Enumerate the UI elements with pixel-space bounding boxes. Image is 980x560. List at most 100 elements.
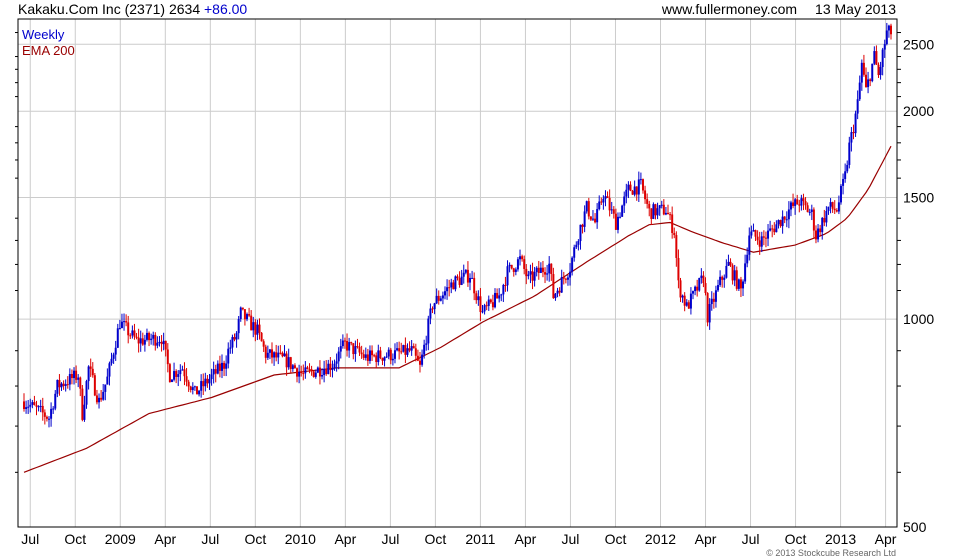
candle-body — [233, 337, 236, 340]
candle-body — [573, 247, 576, 258]
candle-body — [585, 201, 588, 212]
candle-body — [31, 402, 34, 405]
candle-body — [168, 364, 171, 383]
candle-body — [304, 367, 307, 374]
x-tick-label: 2012 — [645, 531, 676, 547]
candle-body — [464, 269, 467, 273]
chart-date: 13 May 2013 — [815, 1, 896, 17]
candle-body — [214, 369, 217, 374]
candle-body — [550, 263, 553, 275]
candle-body — [362, 354, 365, 358]
candle-body — [671, 214, 674, 234]
candle-body — [721, 276, 724, 280]
candle-body — [596, 209, 599, 223]
candle-body — [152, 334, 155, 339]
candle-body — [414, 348, 417, 356]
y-tick-label: 2500 — [903, 36, 934, 52]
candle-body — [127, 322, 130, 336]
candle-body — [877, 64, 880, 76]
candle-body — [68, 374, 71, 385]
candle-body — [114, 347, 117, 355]
candle-body — [558, 290, 561, 293]
candle-body — [279, 352, 282, 354]
candle-body — [54, 393, 57, 409]
candle-body — [104, 384, 107, 392]
candle-body — [266, 352, 269, 358]
candle-body — [723, 277, 726, 280]
candle-body — [235, 333, 238, 340]
candle-body — [356, 346, 359, 348]
candle-body — [756, 236, 759, 241]
candle-body — [158, 341, 161, 343]
candle-body — [754, 230, 757, 237]
candle-body — [796, 199, 799, 205]
candle-body — [410, 346, 413, 351]
candle-body — [633, 186, 636, 195]
candle-body — [541, 267, 544, 273]
candle-body — [195, 386, 198, 395]
candle-body — [387, 349, 390, 357]
candle-body — [312, 371, 315, 377]
candle-body — [452, 282, 455, 290]
candle-body — [712, 298, 715, 302]
candle-body — [471, 277, 474, 279]
candle-body — [35, 405, 38, 407]
legend-weekly: Weekly — [22, 27, 65, 42]
candle-body — [494, 292, 497, 308]
candle-body — [95, 395, 98, 403]
candle-body — [767, 230, 770, 239]
candle-body — [698, 278, 701, 291]
candle-body — [187, 381, 190, 387]
candle-body — [237, 319, 240, 334]
candle-body — [890, 25, 892, 35]
candle-body — [198, 390, 201, 395]
candle-body — [189, 386, 192, 391]
candle-body — [579, 224, 582, 242]
candle-body — [512, 268, 515, 272]
candle-body — [485, 305, 488, 307]
candle-body — [527, 274, 530, 277]
ema-200-line — [23, 145, 892, 473]
x-tick-label: Jul — [562, 531, 580, 547]
plot-frame — [17, 18, 898, 528]
candle-body — [681, 295, 684, 298]
candle-body — [296, 368, 299, 377]
candle-body — [581, 224, 584, 227]
candle-body — [600, 201, 603, 203]
candle-body — [758, 240, 761, 247]
candle-body — [123, 321, 126, 323]
candle-body — [458, 278, 461, 285]
candle-body — [275, 352, 278, 358]
candle-body — [875, 51, 878, 65]
candle-body — [43, 412, 46, 417]
candle-body — [289, 357, 292, 369]
weekly-candles — [23, 22, 892, 428]
candle-body — [779, 220, 782, 227]
candle-body — [475, 293, 478, 301]
candle-body — [589, 216, 592, 220]
candle-body — [212, 369, 215, 375]
candle-body — [141, 338, 144, 345]
candle-body — [864, 74, 867, 88]
candle-body — [448, 287, 451, 289]
site-url[interactable]: www.fullermoney.com — [662, 1, 797, 17]
candle-body — [842, 178, 845, 186]
candle-body — [243, 309, 246, 320]
candle-body — [873, 51, 876, 64]
candle-body — [800, 198, 803, 206]
candle-body — [641, 179, 644, 191]
candle-body — [696, 286, 699, 291]
candle-body — [379, 350, 382, 359]
candle-body — [204, 378, 207, 387]
candle-body — [746, 254, 749, 264]
candle-body — [710, 298, 713, 305]
candle-body — [717, 285, 720, 291]
candle-body — [852, 132, 855, 134]
candle-body — [871, 63, 874, 82]
candle-body — [612, 209, 615, 214]
x-tick-label: Apr — [875, 531, 897, 547]
candle-body — [652, 204, 655, 219]
candle-body — [848, 142, 851, 165]
candle-body — [614, 213, 617, 230]
candle-body — [183, 369, 186, 377]
